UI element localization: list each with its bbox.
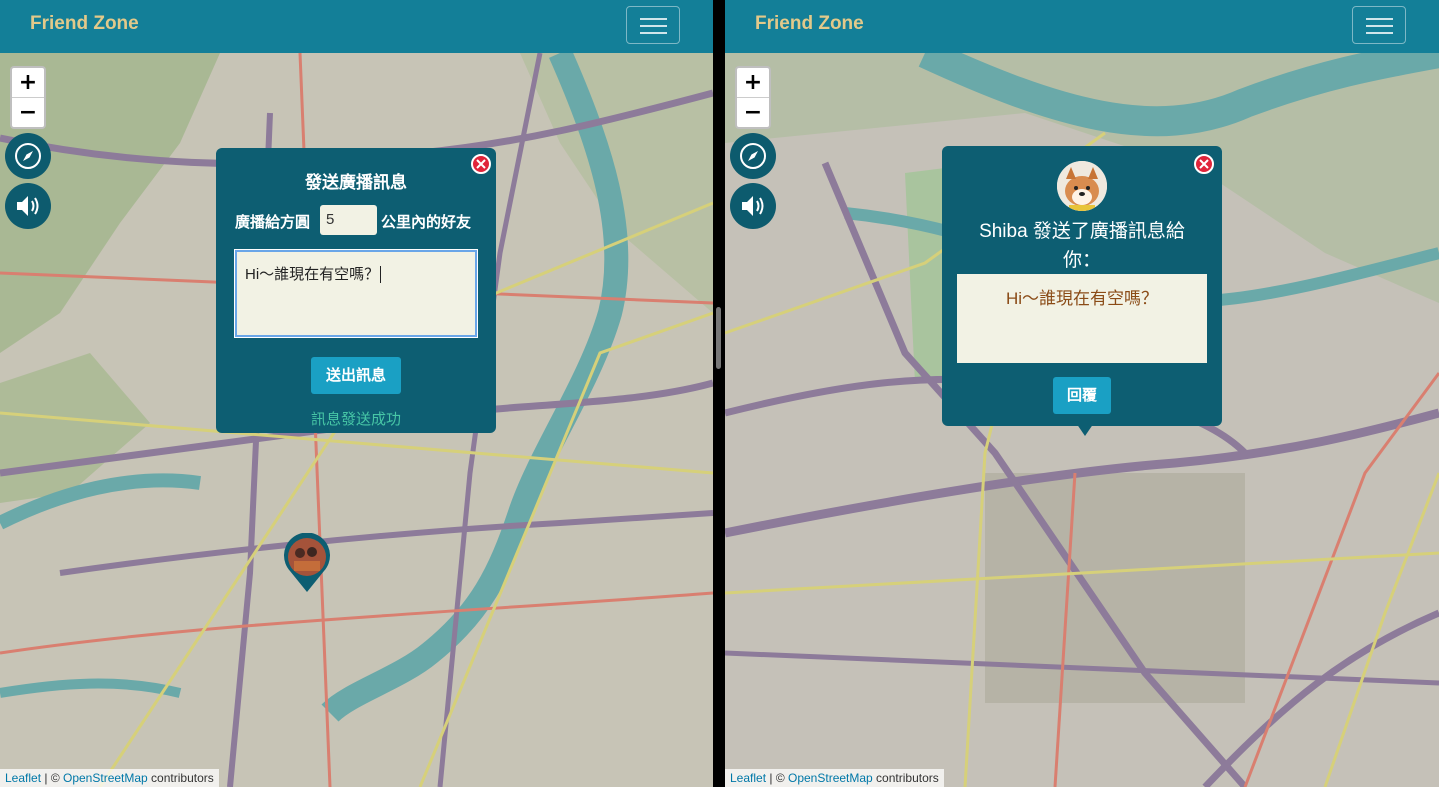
menu-icon[interactable] bbox=[626, 6, 680, 44]
brand-logo[interactable]: Friend Zone bbox=[30, 13, 139, 35]
radius-suffix-label: 公里內的好友 bbox=[381, 214, 472, 231]
popup-title-line1: Shiba 發送了廣播訊息給 bbox=[979, 221, 1185, 242]
speaker-button[interactable] bbox=[730, 183, 776, 229]
leaflet-link[interactable]: Leaflet bbox=[730, 771, 766, 785]
map-attribution: Leaflet | © OpenStreetMap contributors bbox=[0, 769, 219, 787]
osm-link[interactable]: OpenStreetMap bbox=[63, 771, 148, 785]
attribution-suffix: contributors bbox=[147, 771, 214, 785]
zoom-in-button[interactable]: + bbox=[737, 68, 769, 98]
navbar: Friend Zone bbox=[0, 0, 713, 53]
osm-link[interactable]: OpenStreetMap bbox=[788, 771, 873, 785]
right-window: Friend Zone + − Shiba 發送了廣播訊息給 你： Hi～誰現在… bbox=[725, 0, 1439, 787]
reply-button[interactable]: 回覆 bbox=[1053, 377, 1111, 414]
compass-button[interactable] bbox=[5, 133, 51, 179]
map-attribution: Leaflet | © OpenStreetMap contributors bbox=[725, 769, 944, 787]
radius-input[interactable]: 5 bbox=[320, 205, 377, 235]
menu-icon[interactable] bbox=[1352, 6, 1406, 44]
left-window: Friend Zone + − 發送廣播訊息 廣播給方圓 5 公里內的好友 Hi… bbox=[0, 0, 713, 787]
zoom-in-button[interactable]: + bbox=[12, 68, 44, 98]
popup-title: 發送廣播訊息 bbox=[305, 173, 407, 192]
close-icon[interactable] bbox=[1194, 154, 1214, 174]
popup-title-line2: 你： bbox=[1062, 250, 1101, 271]
zoom-control: + − bbox=[10, 66, 46, 129]
message-text: Hi～誰現在有空嗎？ bbox=[245, 266, 380, 283]
status-message: 訊息發送成功 bbox=[310, 411, 401, 428]
compass-icon bbox=[15, 143, 41, 169]
attribution-separator: | © bbox=[41, 771, 63, 785]
zoom-control: + − bbox=[735, 66, 771, 129]
zoom-out-button[interactable]: − bbox=[737, 98, 769, 127]
window-divider bbox=[713, 0, 725, 787]
brand-logo[interactable]: Friend Zone bbox=[755, 13, 864, 35]
divider-handle[interactable] bbox=[716, 307, 721, 369]
compass-icon bbox=[740, 143, 766, 169]
avatar-icon[interactable] bbox=[1057, 161, 1107, 211]
leaflet-link[interactable]: Leaflet bbox=[5, 771, 41, 785]
broadcast-popup: 發送廣播訊息 廣播給方圓 5 公里內的好友 Hi～誰現在有空嗎？ 送出訊息 訊息… bbox=[216, 148, 496, 433]
attribution-suffix: contributors bbox=[872, 771, 939, 785]
radius-prefix-label: 廣播給方圓 bbox=[235, 214, 311, 231]
navbar: Friend Zone bbox=[725, 0, 1439, 53]
compass-button[interactable] bbox=[730, 133, 776, 179]
broadcast-received-popup: Shiba 發送了廣播訊息給 你： Hi～誰現在有空嗎？ 回覆 bbox=[942, 146, 1222, 426]
attribution-separator: | © bbox=[766, 771, 788, 785]
message-textarea[interactable]: Hi～誰現在有空嗎？ bbox=[235, 250, 477, 337]
send-button[interactable]: 送出訊息 bbox=[311, 357, 401, 394]
speaker-icon bbox=[742, 196, 764, 216]
speaker-button[interactable] bbox=[5, 183, 51, 229]
speaker-icon bbox=[17, 196, 39, 216]
user-location-marker[interactable] bbox=[282, 532, 332, 598]
zoom-out-button[interactable]: − bbox=[12, 98, 44, 127]
received-message: Hi～誰現在有空嗎？ bbox=[957, 274, 1207, 363]
